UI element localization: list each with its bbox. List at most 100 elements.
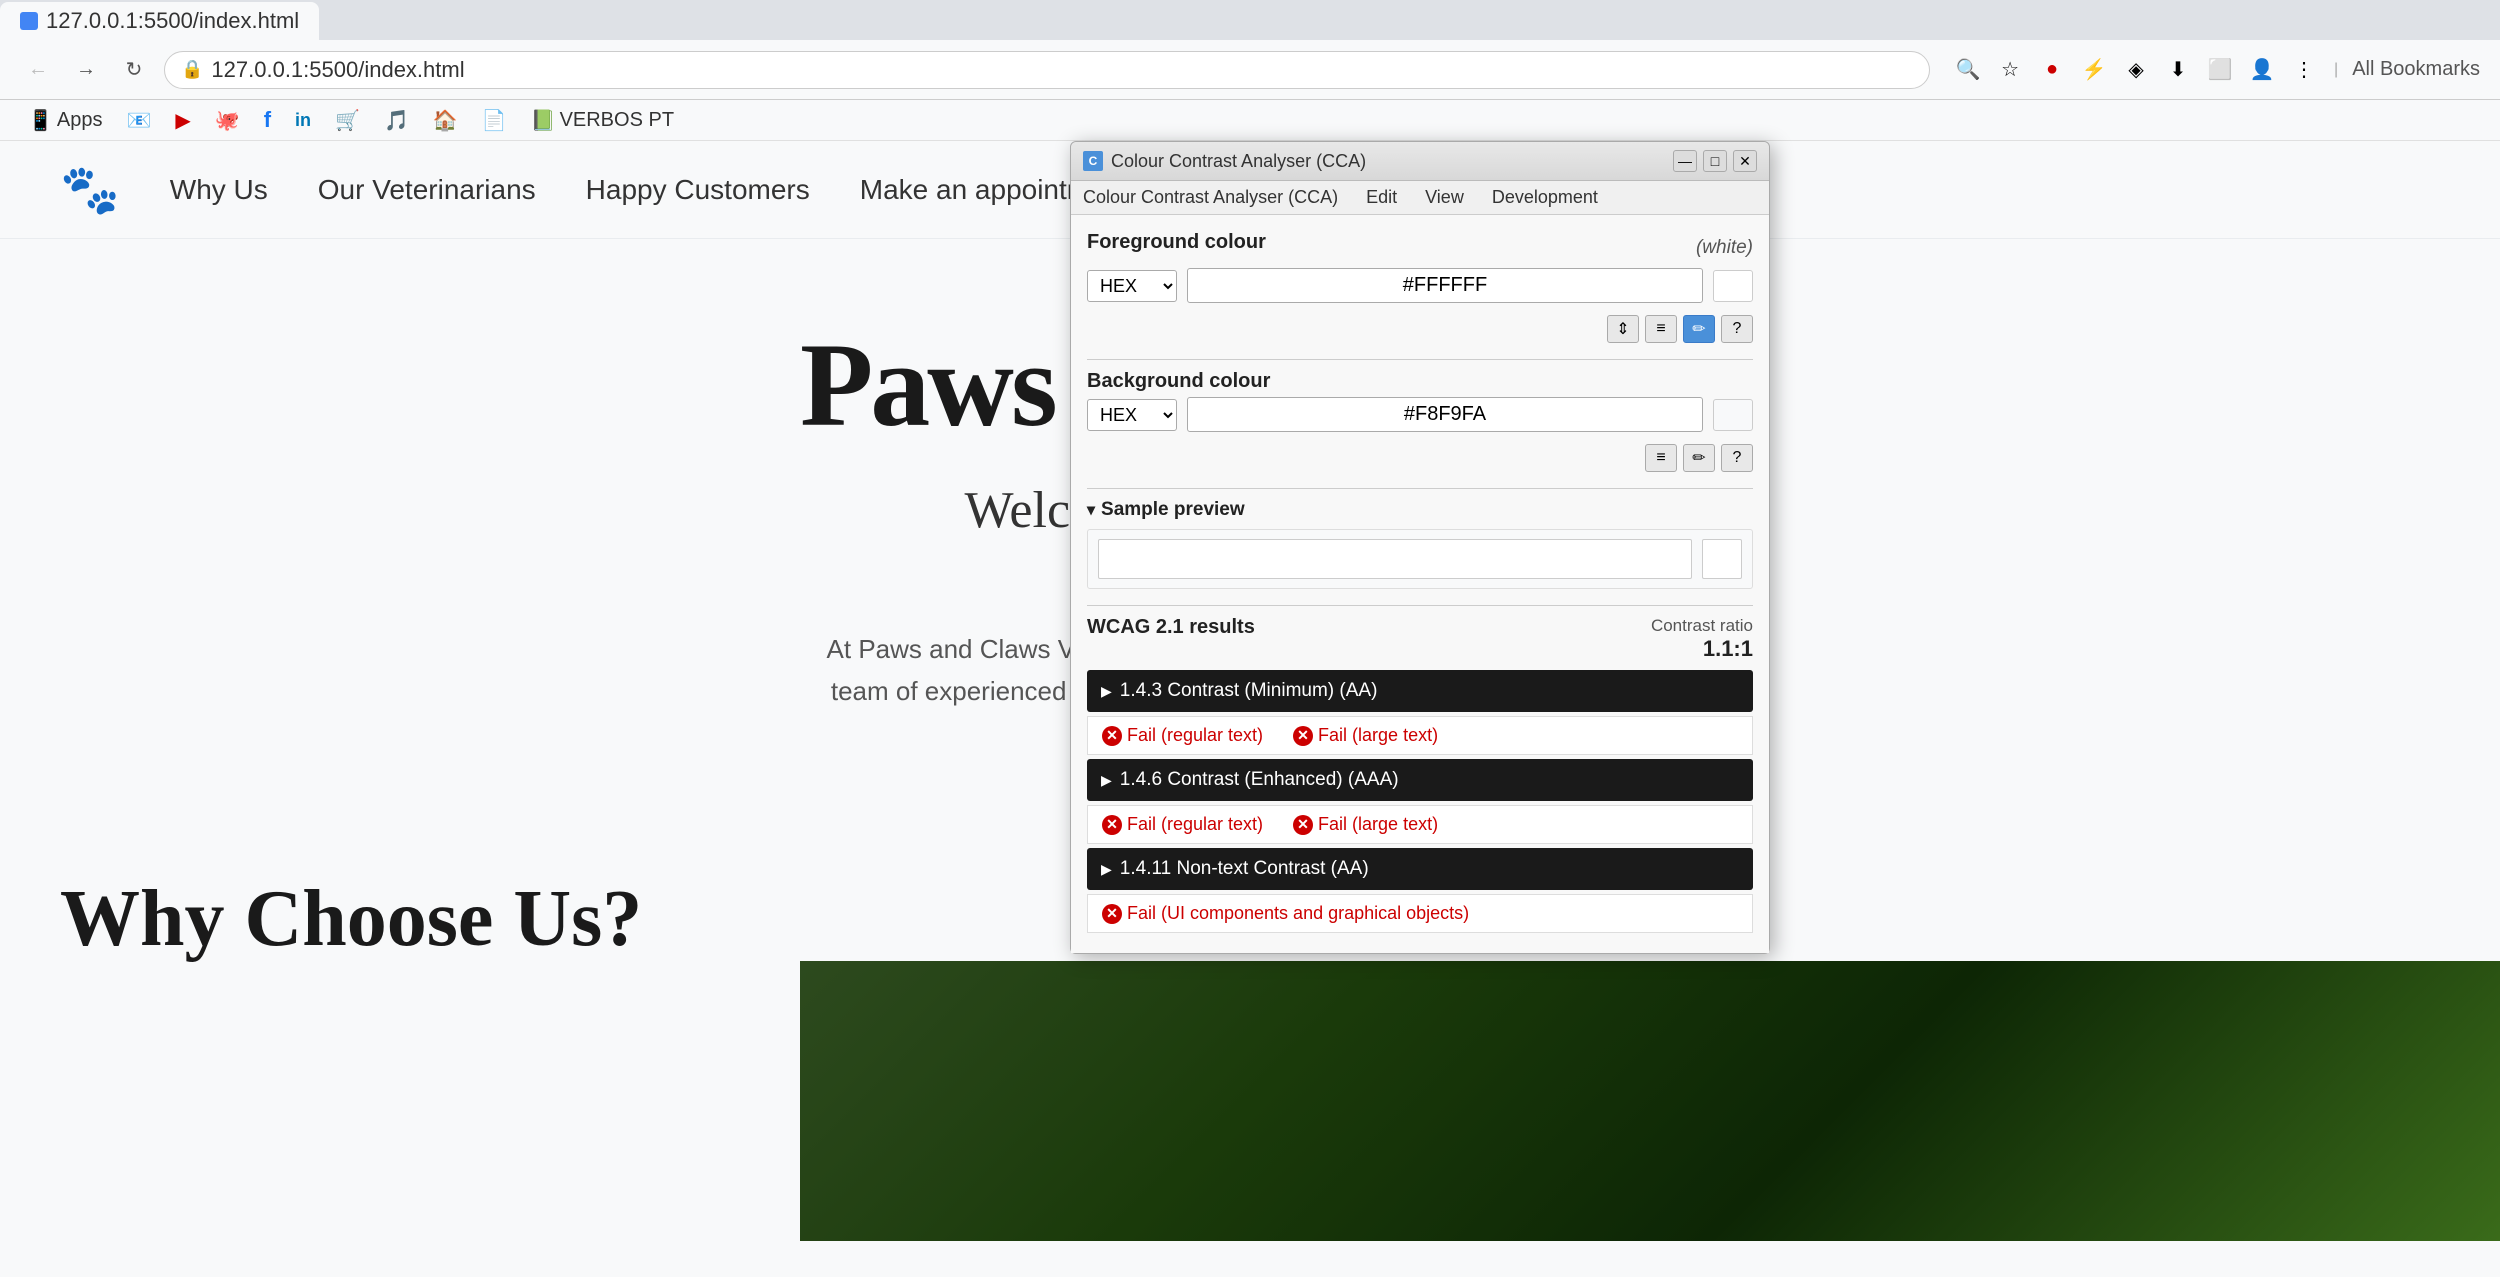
wcag-result-143[interactable]: ▶ 1.4.3 Contrast (Minimum) (AA): [1087, 670, 1753, 712]
bottom-image-section: [800, 961, 2500, 1241]
cca-body: Foreground colour (white) HEX ⇕ ≡ ✏ ? Ba…: [1071, 215, 1769, 953]
apps-label: 📱: [28, 108, 53, 133]
wcag-143-label: 1.4.3 Contrast (Minimum) (AA): [1120, 680, 1378, 702]
apps-text: Apps: [57, 109, 103, 132]
background-value-input[interactable]: [1187, 397, 1703, 432]
cca-menu-edit[interactable]: Edit: [1362, 185, 1401, 210]
fail-icon-3: ✕: [1102, 815, 1122, 835]
extension1-icon[interactable]: ⚡: [2078, 54, 2110, 86]
contrast-ratio-label: Contrast ratio: [1651, 616, 1753, 636]
wcag-146-details: ✕ Fail (regular text) ✕ Fail (large text…: [1087, 805, 1753, 844]
tab-title: 127.0.0.1:5500/index.html: [46, 8, 299, 34]
wcag-146-label: 1.4.6 Contrast (Enhanced) (AAA): [1120, 769, 1399, 791]
active-tab[interactable]: 127.0.0.1:5500/index.html: [0, 2, 319, 40]
foreground-color-row: HEX: [1087, 268, 1753, 303]
address-bar[interactable]: 🔒 127.0.0.1:5500/index.html: [164, 51, 1930, 89]
fail-icon-4: ✕: [1293, 815, 1313, 835]
sample-preview-box: [1087, 529, 1753, 589]
forward-button[interactable]: →: [68, 52, 104, 88]
gmail-icon: 📧: [127, 108, 152, 133]
fg-help-icon[interactable]: ?: [1721, 315, 1753, 343]
tab-favicon: [20, 12, 38, 30]
cca-menu-dev[interactable]: Development: [1488, 185, 1602, 210]
fg-sliders-icon[interactable]: ≡: [1645, 315, 1677, 343]
cca-menu-view[interactable]: View: [1421, 185, 1468, 210]
sample-color-box: [1702, 539, 1742, 579]
bookmark-wayfair[interactable]: 🏠: [425, 105, 466, 136]
bookmark-youtube[interactable]: ▶: [167, 105, 198, 136]
youtube-icon: ▶: [175, 108, 190, 133]
verbos-label: VERBOS PT: [560, 109, 674, 132]
sample-text-area: [1098, 539, 1692, 579]
menu-icon[interactable]: ⋮: [2288, 54, 2320, 86]
bg-eyedropper-icon[interactable]: ✏: [1683, 444, 1715, 472]
wcag-146-fail-large-label: Fail (large text): [1318, 814, 1438, 835]
pandora-icon: 🎵: [384, 108, 409, 133]
foreground-icon-row: ⇕ ≡ ✏ ?: [1087, 315, 1753, 343]
facebook-icon: f: [264, 107, 271, 133]
background-color-row: HEX: [1087, 397, 1753, 432]
address-text: 127.0.0.1:5500/index.html: [211, 57, 464, 83]
triangle-icon-1411: ▶: [1101, 861, 1112, 878]
sample-preview-section: Sample preview: [1087, 499, 1753, 589]
fg-eyedropper-icon[interactable]: ✏: [1683, 315, 1715, 343]
nav-why-us[interactable]: Why Us: [170, 174, 268, 206]
wcag-146-fail-regular-label: Fail (regular text): [1127, 814, 1263, 835]
bg-sliders-icon[interactable]: ≡: [1645, 444, 1677, 472]
cca-icon: C: [1083, 151, 1103, 171]
star-icon[interactable]: ☆: [1994, 54, 2026, 86]
opera-icon[interactable]: ●: [2036, 54, 2068, 86]
cca-menu-app[interactable]: Colour Contrast Analyser (CCA): [1079, 185, 1342, 210]
wcag-143-fail-regular: ✕ Fail (regular text): [1102, 725, 1263, 746]
tabs-icon[interactable]: ⬜: [2204, 54, 2236, 86]
wcag-result-146[interactable]: ▶ 1.4.6 Contrast (Enhanced) (AAA): [1087, 759, 1753, 801]
wcag-146-fail-regular: ✕ Fail (regular text): [1102, 814, 1263, 835]
bookmark-verbos[interactable]: 📗 VERBOS PT: [523, 105, 682, 136]
wcag-1411-label: 1.4.11 Non-text Contrast (AA): [1120, 858, 1369, 880]
github-icon: 🐙: [215, 108, 240, 133]
fg-adjust-icon[interactable]: ⇕: [1607, 315, 1639, 343]
back-button[interactable]: ←: [20, 52, 56, 88]
all-bookmarks-label: All Bookmarks: [2352, 58, 2480, 81]
cca-minimize-button[interactable]: —: [1673, 150, 1697, 172]
foreground-format-select[interactable]: HEX: [1087, 270, 1177, 302]
background-label: Background colour: [1087, 370, 1270, 392]
bg-help-icon[interactable]: ?: [1721, 444, 1753, 472]
bookmark-facebook[interactable]: f: [256, 104, 279, 136]
bookmark-github[interactable]: 🐙: [207, 105, 248, 136]
bookmark-apps[interactable]: 📱 Apps: [20, 105, 111, 136]
bookmark-linkedin[interactable]: in: [287, 107, 319, 134]
wcag-1411-fail-ui-label: Fail (UI components and graphical object…: [1127, 903, 1469, 924]
reload-button[interactable]: ↻: [116, 52, 152, 88]
search-icon[interactable]: 🔍: [1952, 54, 1984, 86]
wcag-1411-fail-ui: ✕ Fail (UI components and graphical obje…: [1102, 903, 1469, 924]
background-format-select[interactable]: HEX: [1087, 399, 1177, 431]
bookmark-amazon[interactable]: 🛒: [327, 105, 368, 136]
downloads-icon[interactable]: ⬇: [2162, 54, 2194, 86]
bookmark-docs[interactable]: 📄: [474, 105, 515, 136]
cca-menubar: Colour Contrast Analyser (CCA) Edit View…: [1071, 181, 1769, 215]
cca-divider-3: [1087, 605, 1753, 606]
bookmark-gmail[interactable]: 📧: [119, 105, 160, 136]
wcag-title: WCAG 2.1 results: [1087, 616, 1255, 639]
foreground-value-input[interactable]: [1187, 268, 1703, 303]
browser-chrome: 127.0.0.1:5500/index.html ← → ↻ 🔒 127.0.…: [0, 0, 2500, 141]
website-content: 🐾 Why Us Our Veterinarians Happy Custome…: [0, 141, 2500, 1241]
cca-maximize-button[interactable]: □: [1703, 150, 1727, 172]
wcag-146-fail-large: ✕ Fail (large text): [1293, 814, 1438, 835]
bookmark-pandora[interactable]: 🎵: [376, 105, 417, 136]
extension2-icon[interactable]: ◈: [2120, 54, 2152, 86]
wcag-143-fail-large: ✕ Fail (large text): [1293, 725, 1438, 746]
wayfair-icon: 🏠: [433, 108, 458, 133]
nav-happy-customers[interactable]: Happy Customers: [586, 174, 810, 206]
wcag-143-fail-regular-label: Fail (regular text): [1127, 725, 1263, 746]
browser-tabs: 127.0.0.1:5500/index.html: [0, 0, 2500, 40]
foreground-color-swatch: [1713, 270, 1753, 302]
bookmarks-bar: 📱 Apps 📧 ▶ 🐙 f in 🛒 🎵 🏠 📄 �: [0, 100, 2500, 141]
wcag-result-1411[interactable]: ▶ 1.4.11 Non-text Contrast (AA): [1087, 848, 1753, 890]
profile-icon[interactable]: 👤: [2246, 54, 2278, 86]
nav-veterinarians[interactable]: Our Veterinarians: [318, 174, 536, 206]
site-logo: 🐾: [60, 161, 120, 218]
cca-close-button[interactable]: ✕: [1733, 150, 1757, 172]
sample-preview-label[interactable]: Sample preview: [1087, 499, 1753, 521]
